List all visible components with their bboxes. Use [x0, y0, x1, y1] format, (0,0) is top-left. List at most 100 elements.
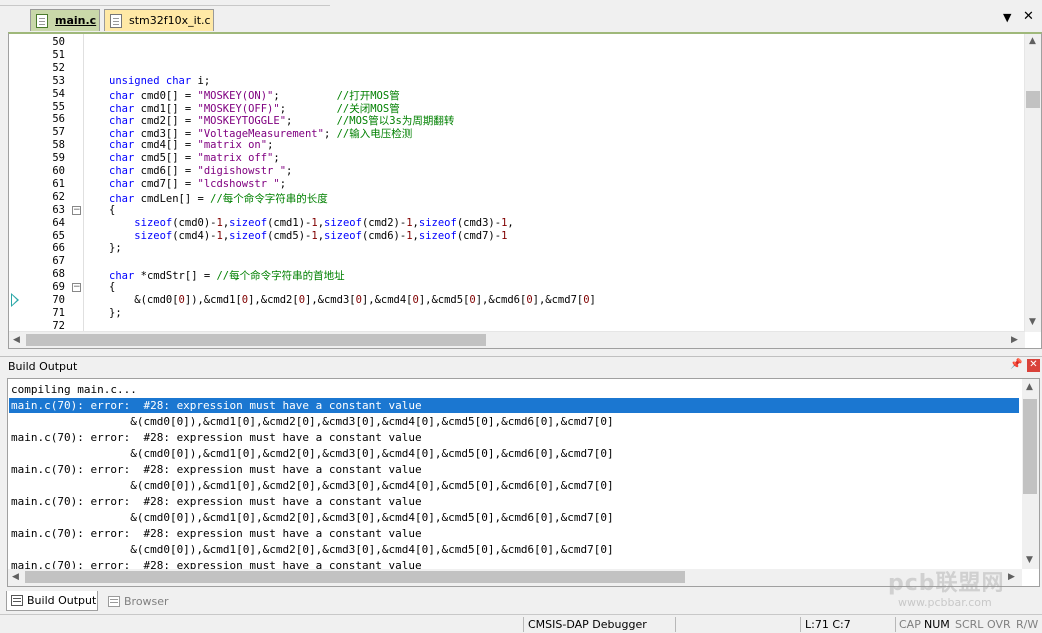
code-line[interactable]: char cmdLen[] = //每个命令字符串的长度: [109, 191, 328, 206]
scroll-lock-indicator: SCRL: [955, 618, 984, 631]
line-number: 65: [52, 229, 65, 242]
status-separator: [895, 617, 896, 632]
fold-toggle-icon[interactable]: −: [72, 283, 81, 293]
output-line[interactable]: &(cmd0[0]),&cmd1[0],&cmd2[0],&cmd3[0],&c…: [11, 542, 613, 557]
status-bar: CMSIS-DAP Debugger L:71 C:7 CAP NUM SCRL…: [0, 614, 1042, 633]
tab-browser[interactable]: Browser: [104, 591, 174, 611]
code-token: (cmd5)-: [267, 229, 312, 242]
output-line[interactable]: &(cmd0[0]),&cmd1[0],&cmd2[0],&cmd3[0],&c…: [11, 510, 613, 525]
watermark-url: www.pcbbar.com: [898, 596, 992, 609]
pin-icon[interactable]: 📌: [1010, 359, 1022, 370]
output-line[interactable]: &(cmd0[0]),&cmd1[0],&cmd2[0],&cmd3[0],&c…: [11, 414, 613, 429]
code-token: cmd4[] =: [134, 139, 198, 152]
scroll-down-icon[interactable]: ▼: [1026, 555, 1033, 565]
code-line[interactable]: };: [109, 307, 122, 319]
code-token: {: [109, 281, 116, 294]
scroll-left-icon[interactable]: ◀: [13, 335, 20, 345]
code-token: (cmd1)-: [267, 216, 312, 229]
output-line[interactable]: main.c(70): error: #28: expression must …: [11, 430, 422, 445]
code-token: sizeof: [134, 216, 173, 229]
tab-label: Browser: [124, 594, 169, 608]
code-token: cmd5[] =: [134, 152, 198, 165]
close-icon[interactable]: ✕: [1023, 9, 1034, 24]
tabstrip-topline: [0, 0, 330, 6]
scroll-up-icon[interactable]: ▲: [1029, 36, 1036, 46]
scroll-thumb[interactable]: [26, 334, 486, 346]
code-line[interactable]: char cmd4[] = "matrix on";: [109, 139, 273, 151]
bottom-panel-tabs: Build Output Browser: [0, 590, 1042, 612]
code-line[interactable]: sizeof(cmd4)-1,sizeof(cmd5)-1,sizeof(cmd…: [109, 230, 507, 242]
code-line[interactable]: char cmd7[] = "lcdshowstr ";: [109, 178, 286, 190]
line-number: 54: [52, 87, 65, 100]
file-icon: [36, 13, 48, 28]
code-token: *cmdStr[] =: [134, 270, 217, 283]
line-number: 59: [52, 152, 65, 165]
code-token: sizeof: [324, 229, 362, 242]
code-line[interactable]: char cmd5[] = "matrix off";: [109, 152, 280, 164]
code-line[interactable]: char *cmdStr[] = //每个命令字符串的首地址: [109, 268, 345, 283]
code-token: "matrix off": [197, 152, 274, 165]
code-token: ],&cmd2[: [248, 294, 299, 306]
code-token: };: [109, 242, 122, 255]
code-line[interactable]: unsigned char i;: [109, 75, 210, 87]
chevron-down-icon[interactable]: ▼: [1003, 11, 1011, 24]
code-token: "lcdshowstr ": [197, 177, 280, 190]
code-token: sizeof: [229, 229, 268, 242]
scroll-up-icon[interactable]: ▲: [1026, 382, 1033, 392]
scroll-right-icon[interactable]: ▶: [1008, 572, 1015, 582]
line-number: 55: [52, 100, 65, 113]
editor-vertical-scrollbar[interactable]: ▲ ▼: [1024, 34, 1041, 332]
fold-toggle-icon[interactable]: −: [72, 205, 81, 215]
code-line[interactable]: {: [109, 281, 115, 293]
code-token: cmdLen[] =: [134, 192, 211, 205]
cursor-position: L:71 C:7: [805, 618, 851, 631]
scroll-down-icon[interactable]: ▼: [1029, 317, 1036, 327]
scroll-left-icon[interactable]: ◀: [12, 572, 19, 582]
editor-tab-strip: main.c stm32f10x_it.c ▼ ✕: [0, 0, 1042, 34]
close-icon[interactable]: ✕: [1027, 359, 1040, 372]
line-number: 62: [52, 190, 65, 203]
line-number: 63: [52, 203, 65, 216]
line-number: 72: [52, 319, 65, 332]
scroll-thumb[interactable]: [1026, 91, 1040, 108]
output-line-selected[interactable]: main.c(70): error: #28: expression must …: [9, 398, 1019, 413]
code-token: ],&cmd5[: [418, 294, 470, 306]
tab-main-c[interactable]: main.c: [30, 9, 100, 31]
scroll-thumb[interactable]: [25, 571, 685, 583]
panel-title: Build Output: [8, 360, 78, 373]
output-horizontal-scrollbar[interactable]: ◀ ▶: [8, 569, 1022, 586]
tab-build-output[interactable]: Build Output: [6, 591, 98, 611]
output-line[interactable]: &(cmd0[0]),&cmd1[0],&cmd2[0],&cmd3[0],&c…: [11, 446, 613, 461]
code-editor[interactable]: 50 51 52 53 54 55 56 57 58 59 60 61 62 63 64 65 66 67 68 69…: [8, 32, 1042, 349]
output-vertical-scrollbar[interactable]: ▲ ▼: [1022, 379, 1039, 569]
output-line[interactable]: main.c(70): error: #28: expression must …: [11, 462, 422, 477]
line-number: 52: [52, 61, 65, 74]
watermark-logo: pcb联盟网: [888, 571, 1005, 596]
code-line[interactable]: sizeof(cmd0)-1,sizeof(cmd1)-1,sizeof(cmd…: [109, 216, 513, 229]
output-line[interactable]: main.c(70): error: #28: expression must …: [11, 526, 422, 541]
overwrite-indicator: OVR: [987, 618, 1011, 631]
build-output-pane[interactable]: compiling main.c... main.c(70): error: #2…: [7, 378, 1040, 587]
code-token: ]: [589, 294, 596, 306]
code-line[interactable]: &(cmd0[0]),&cmd1[0],&cmd2[0],&cmd3[0],&c…: [109, 294, 596, 306]
code-token: (cmd2)-: [361, 216, 407, 229]
code-line[interactable]: };: [109, 242, 122, 254]
line-number: 58: [52, 139, 65, 152]
scroll-thumb[interactable]: [1023, 399, 1037, 494]
read-write-indicator: R/W: [1016, 618, 1039, 631]
scroll-right-icon[interactable]: ▶: [1011, 335, 1018, 345]
line-number: 69: [52, 281, 65, 294]
tab-stm32f10x-it-c[interactable]: stm32f10x_it.c: [104, 9, 214, 31]
output-line[interactable]: main.c(70): error: #28: expression must …: [11, 494, 422, 509]
code-token: (cmd6)-: [361, 229, 407, 242]
code-token: sizeof: [229, 216, 268, 229]
output-line[interactable]: &(cmd0[0]),&cmd1[0],&cmd2[0],&cmd3[0],&c…: [11, 478, 613, 493]
code-token: sizeof: [134, 229, 173, 242]
line-number: 68: [52, 268, 65, 281]
code-token: ]),&cmd1[: [184, 294, 242, 306]
output-line[interactable]: compiling main.c...: [11, 382, 137, 397]
editor-horizontal-scrollbar[interactable]: ◀ ▶: [9, 331, 1025, 348]
code-line[interactable]: {: [109, 204, 115, 216]
line-number: 53: [52, 74, 65, 87]
code-line[interactable]: char cmd6[] = "digishowstr ";: [109, 165, 292, 177]
